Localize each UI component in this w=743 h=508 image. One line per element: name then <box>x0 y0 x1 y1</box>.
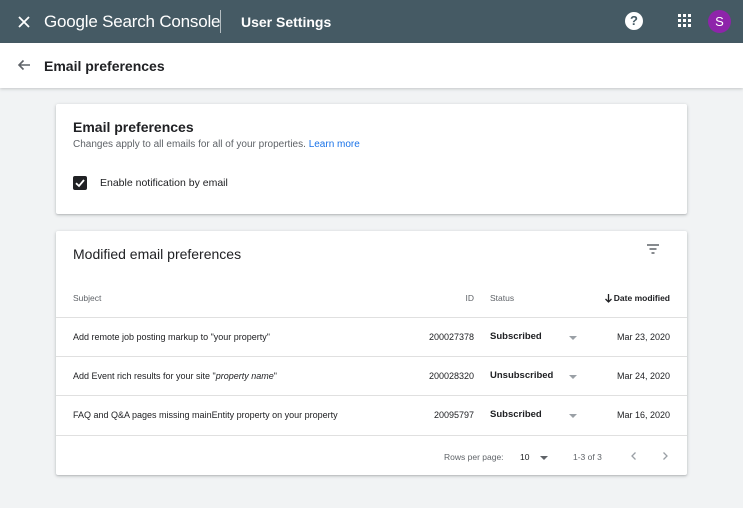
modified-preferences-card: Modified email preferences Subject ID St… <box>56 231 687 475</box>
section-title: User Settings <box>241 14 332 30</box>
checkbox-checked-icon <box>75 179 85 188</box>
enable-notification-checkbox[interactable] <box>73 176 87 190</box>
table-row: FAQ and Q&A pages missing mainEntity pro… <box>56 395 687 434</box>
table-row: Add Event rich results for your site "pr… <box>56 356 687 395</box>
subject-suffix: " <box>273 371 277 381</box>
page-title: Email preferences <box>44 58 165 74</box>
page-header: Email preferences <box>0 43 743 88</box>
chevron-down-icon[interactable] <box>569 336 577 340</box>
avatar[interactable]: S <box>708 10 731 33</box>
filter-icon[interactable] <box>646 243 660 255</box>
card-title: Modified email preferences <box>73 246 242 262</box>
chevron-right-icon[interactable] <box>659 450 671 462</box>
column-header-date-modified[interactable]: Date modified <box>614 292 670 304</box>
learn-more-link[interactable]: Learn more <box>309 139 360 150</box>
row-id: 200028320 <box>428 371 474 381</box>
row-date: Mar 16, 2020 <box>616 410 670 420</box>
chevron-left-icon[interactable] <box>628 450 640 462</box>
row-date: Mar 24, 2020 <box>616 371 670 381</box>
card-title: Email preferences <box>73 119 194 135</box>
rows-per-page-select[interactable]: 10 <box>520 451 529 463</box>
row-id: 20095797 <box>433 410 474 420</box>
table-row: Add remote job posting markup to "your p… <box>56 317 687 356</box>
app-bar: Google Search Console User Settings ? S <box>0 0 743 43</box>
column-header-id[interactable]: ID <box>466 292 475 304</box>
product-logo[interactable]: Google Search Console <box>44 11 221 33</box>
row-status: Subscribed <box>490 409 542 420</box>
column-header-status[interactable]: Status <box>490 292 514 304</box>
help-icon[interactable]: ? <box>625 12 643 30</box>
arrow-down-icon[interactable] <box>604 293 613 303</box>
row-subject: Add remote job posting markup to "your p… <box>73 332 270 342</box>
close-icon[interactable] <box>13 11 35 33</box>
table-pagination: Rows per page: 10 1-3 of 3 <box>56 435 687 475</box>
apps-icon[interactable] <box>678 14 692 28</box>
checkbox-label[interactable]: Enable notification by email <box>100 176 228 190</box>
row-subject: FAQ and Q&A pages missing mainEntity pro… <box>73 410 338 420</box>
rows-per-page-label: Rows per page: <box>444 452 504 462</box>
email-preferences-card: Email preferences Changes apply to all e… <box>56 104 687 214</box>
header-divider <box>220 10 221 33</box>
row-subject: Add Event rich results for your site "pr… <box>73 370 277 382</box>
chevron-down-icon[interactable] <box>569 414 577 418</box>
row-status: Unsubscribed <box>490 370 554 381</box>
pagination-range: 1-3 of 3 <box>573 452 602 462</box>
row-status: Subscribed <box>490 331 542 342</box>
back-arrow-icon[interactable] <box>16 57 32 73</box>
description-text: Changes apply to all emails for all of y… <box>73 139 306 150</box>
chevron-down-icon[interactable] <box>540 456 548 460</box>
column-header-subject[interactable]: Subject <box>73 292 101 304</box>
subject-prefix: Add Event rich results for your site " <box>73 371 216 381</box>
subject-italic: property name <box>215 371 274 381</box>
row-date: Mar 23, 2020 <box>616 332 670 342</box>
card-description: Changes apply to all emails for all of y… <box>73 138 360 152</box>
chevron-down-icon[interactable] <box>569 375 577 379</box>
row-id: 200027378 <box>428 332 474 342</box>
